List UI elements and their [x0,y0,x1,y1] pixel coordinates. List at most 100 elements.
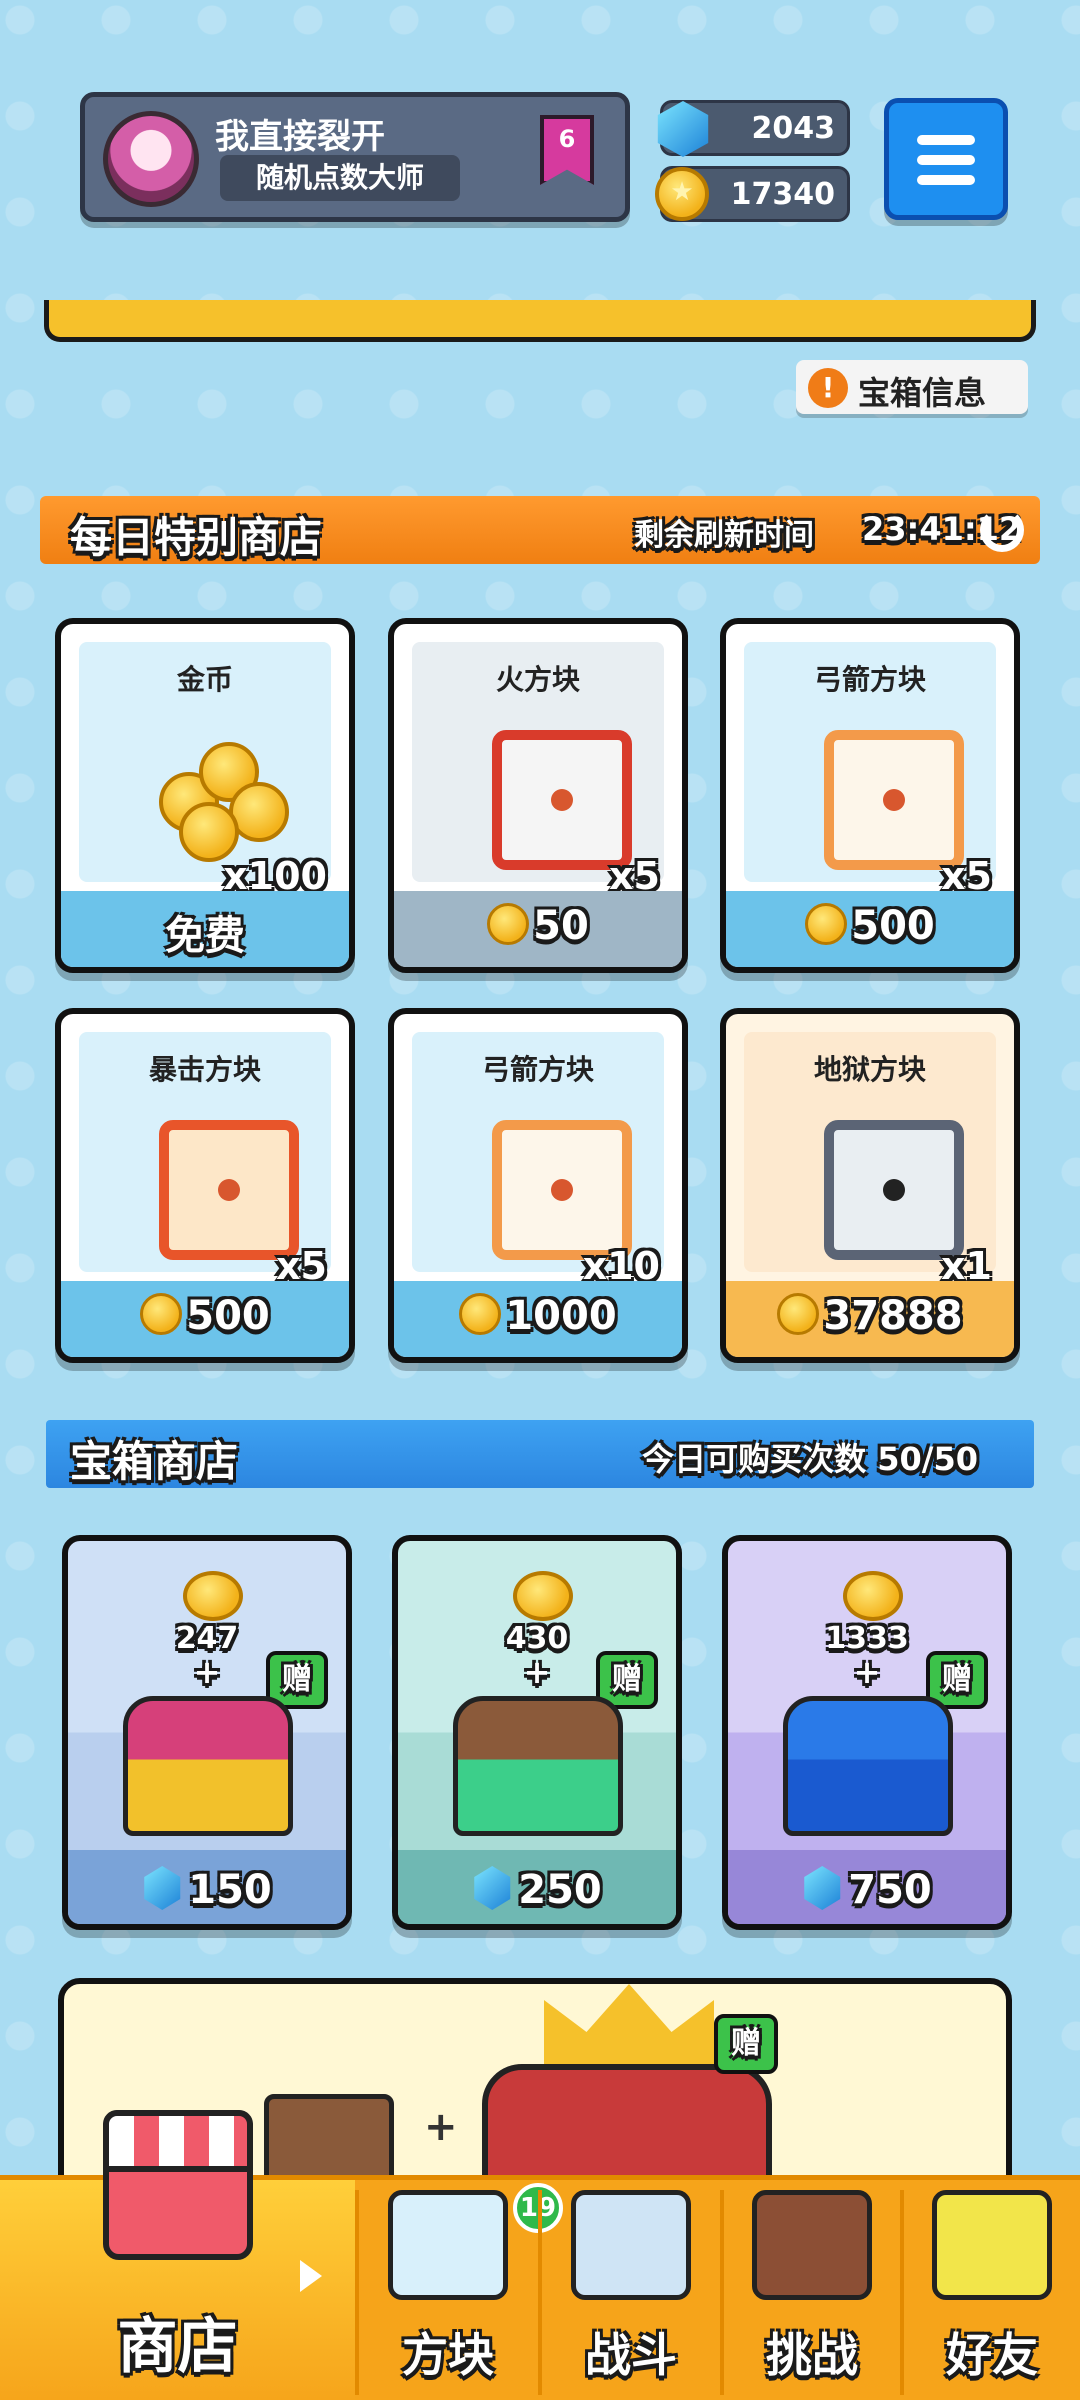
rank-number: 6 [558,125,576,153]
red-chest-icon [123,1696,293,1836]
shop-item-card[interactable]: 暴击方块 x5 500 [55,1008,355,1363]
hamburger-line [917,175,975,185]
nav-blocks[interactable]: 19 方块 [358,2180,563,2400]
green-chest-icon [453,1696,623,1836]
player-name: 我直接裂开 [215,117,385,157]
chest-info-button[interactable]: ! 宝箱信息 [796,360,1028,414]
refresh-icon[interactable] [980,508,1024,552]
nav-shop-label: 商店 [117,2312,238,2382]
menu-button[interactable] [884,98,1008,220]
price-value: 500 [186,1293,270,1339]
shop-item-card[interactable]: 弓箭方块 x5 500 [720,618,1020,973]
player-profile-card[interactable]: 我直接裂开 随机点数大师 6 [80,92,630,222]
item-name: 弓箭方块 [481,1053,594,1086]
price-value: 150 [188,1867,272,1913]
item-name: 金币 [176,663,233,696]
coin-stack-icon [513,1571,573,1621]
coin-icon [655,167,709,221]
coin-icon [777,1293,820,1335]
hamburger-line [917,135,975,145]
item-display: 地狱方块 x1 [744,1032,996,1288]
crit-block-icon [159,1120,299,1260]
price-value: 250 [518,1867,602,1913]
item-price: 免费 [61,903,349,961]
shop-item-card[interactable]: 金币 x100 免费 [55,618,355,973]
chest-card[interactable]: 1333 + 赠 750 [722,1535,1012,1930]
coin-stack-icon [843,1571,903,1621]
nav-shop[interactable]: 商店 [0,2110,355,2400]
plus-sign: + [424,2104,458,2150]
gem-amount: 2043 [751,111,836,146]
arrow-right-icon [300,2260,322,2292]
price-value: 免费 [165,913,245,959]
chest-price: 250 [398,1866,676,1914]
shop-icon [102,2110,253,2260]
coin-amount: 17340 [730,177,835,212]
item-price: 500 [726,903,1014,949]
price-bar: 500 [726,891,1014,967]
item-display: 金币 x100 [79,642,331,898]
arrow-block-icon [492,1120,632,1260]
item-price: 37888 [726,1293,1014,1339]
gem-icon [657,101,709,157]
daily-shop-header: 每日特别商店 剩余刷新时间 23:41:12 [40,496,1040,564]
item-price: 500 [61,1293,349,1339]
item-name: 暴击方块 [148,1053,261,1086]
price-bar: 37888 [726,1281,1014,1357]
chest-price: 150 [68,1866,346,1914]
item-name: 弓箭方块 [813,663,926,696]
nav-battle[interactable]: 战斗 [542,2180,720,2400]
blue-chest-icon [783,1696,953,1836]
friend-character-icon [932,2190,1052,2300]
price-bar: 50 [394,891,682,967]
price-bar: 500 [61,1281,349,1357]
arrow-block-icon [824,730,964,870]
item-name: 火方块 [495,663,580,696]
chest-shop-header: 宝箱商店 今日可购买次数 50/50 [46,1420,1034,1488]
hamburger-line [917,155,975,165]
coin-icon [459,1293,502,1335]
hell-block-icon [824,1120,964,1260]
gem-icon [804,1866,841,1910]
item-price: 1000 [394,1293,682,1339]
price-value: 500 [851,903,935,949]
price-value: 50 [533,903,589,949]
chest-price: 750 [728,1866,1006,1914]
gem-icon [474,1866,511,1910]
chest-shop-title: 宝箱商店 [70,1437,239,1486]
item-display: 弓箭方块 x5 [744,642,996,898]
refresh-label: 剩余刷新时间 [634,518,814,553]
item-name: 地狱方块 [813,1053,926,1086]
price-value: 750 [848,1867,932,1913]
purchase-count: 今日可购买次数 50/50 [642,1440,978,1478]
shop-item-card[interactable]: 弓箭方块 x10 1000 [388,1008,688,1363]
item-display: 弓箭方块 x10 [412,1032,664,1288]
shop-item-card[interactable]: 火方块 x5 50 [388,618,688,973]
chest-card[interactable]: 430 + 赠 250 [392,1535,682,1930]
dice-block-icon: 19 [388,2183,563,2300]
shop-item-card[interactable]: 地狱方块 x1 37888 [720,1008,1020,1363]
bottom-navigation: 商店 19 方块 战斗 挑战 好友 [0,2110,1080,2400]
player-avatar [103,111,199,207]
chest-info-label: 宝箱信息 [858,374,987,412]
price-bar: 免费 [61,891,349,967]
price-value: 1000 [505,1293,617,1339]
player-title: 随机点数大师 [220,155,460,201]
nav-blocks-label: 方块 [402,2328,494,2382]
coin-icon [140,1293,183,1335]
nav-friends[interactable]: 好友 [904,2180,1080,2400]
crown-icon [544,1984,714,2064]
nav-friends-label: 好友 [946,2328,1038,2382]
chest-card[interactable]: 247 + 赠 150 [62,1535,352,1930]
daily-shop-title: 每日特别商店 [70,513,323,562]
exclamation-icon: ! [808,368,848,408]
item-display: 暴击方块 x5 [79,1032,331,1288]
gem-counter[interactable]: 2043 [657,100,850,157]
sword-shield-icon [571,2190,691,2300]
rank-badge-icon: 6 [540,115,594,185]
nav-challenge[interactable]: 挑战 [724,2180,900,2400]
signboard-icon [752,2190,872,2300]
gift-badge: 赠 [714,2014,778,2074]
coin-icon [487,903,530,945]
coin-counter[interactable]: 17340 [655,166,850,222]
